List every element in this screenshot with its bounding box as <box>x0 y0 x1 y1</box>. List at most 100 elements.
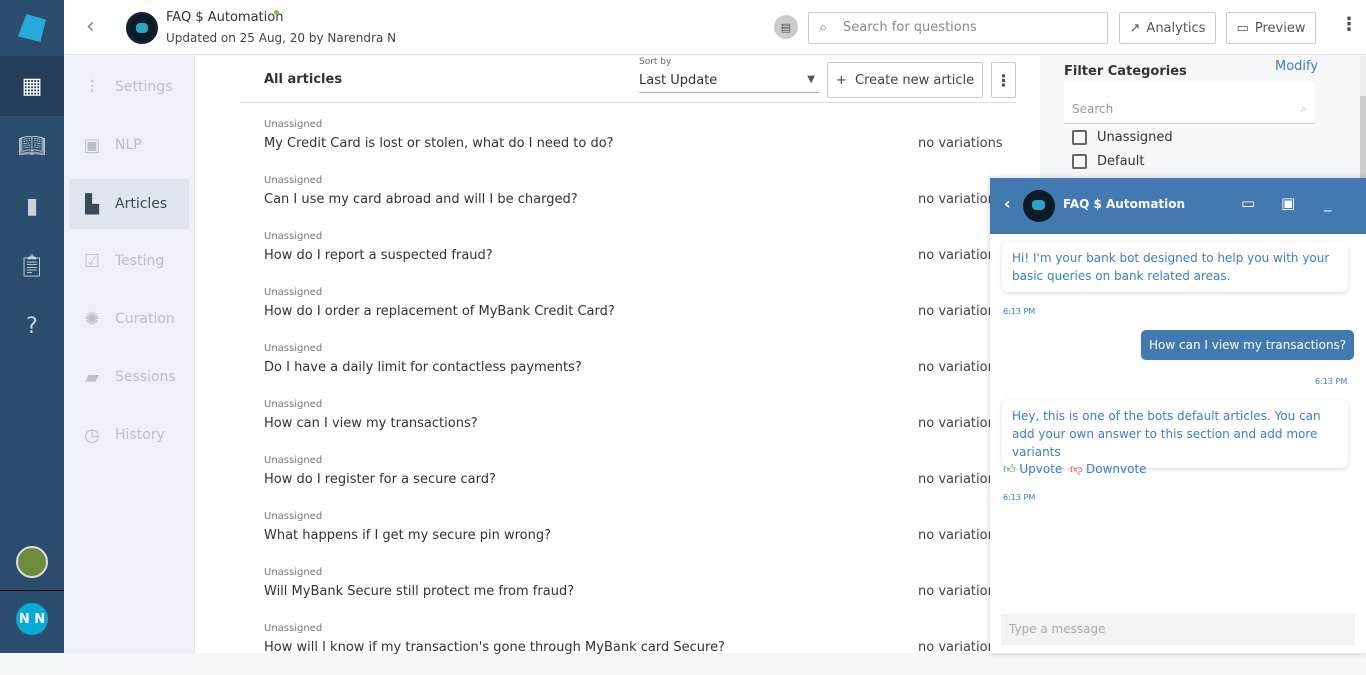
article-question[interactable]: Do I have a daily limit for contactless … <box>264 360 582 375</box>
nav-label: History <box>115 427 165 443</box>
checkbox[interactable] <box>1072 130 1087 145</box>
article-question[interactable]: Will MyBank Secure still protect me from… <box>264 584 574 599</box>
chat-title: FAQ $ Automation <box>1063 197 1186 211</box>
nav-history[interactable]: ◷ History <box>69 410 189 460</box>
nav-sessions[interactable]: ▰ Sessions <box>69 352 189 402</box>
article-row[interactable]: Unassigned What happens if I get my secur… <box>264 507 1014 563</box>
thumbs-up-icon: 👍︎ <box>1003 462 1016 476</box>
article-question[interactable]: How can I view my transactions? <box>264 416 478 431</box>
bot-title: FAQ $ Automation <box>166 10 284 25</box>
modify-link[interactable]: Modify <box>1275 59 1318 74</box>
upvote-button[interactable]: 👍︎ Upvote <box>1003 462 1062 477</box>
contact-icon[interactable]: ▣ <box>1281 194 1295 212</box>
caret-down-icon: ▼ <box>807 74 815 85</box>
nav-testing[interactable]: ☑ Testing <box>69 236 189 286</box>
article-question[interactable]: What happens if I get my secure pin wron… <box>264 528 551 543</box>
downvote-label: Downvote <box>1086 462 1147 476</box>
updated-info: Updated on 25 Aug, 20 by Narendra N <box>166 31 397 45</box>
search-icon: ⌕ <box>819 18 828 36</box>
more-options-button[interactable]: ⋮ <box>991 62 1016 98</box>
nav-label: Curation <box>115 311 175 327</box>
thumbs-down-icon: 👎︎ <box>1070 462 1083 476</box>
filter-title: Filter Categories <box>1064 64 1187 79</box>
nav-nlp[interactable]: ▣ NLP <box>69 120 189 170</box>
analytics-button[interactable]: ↗ Analytics <box>1119 12 1216 44</box>
checkbox[interactable] <box>1072 154 1087 169</box>
chat-icon: ▰ <box>85 366 99 388</box>
comment-icon: ▭ <box>1236 20 1249 36</box>
sort-value: Last Update <box>639 73 718 88</box>
bot-message: Hey, this is one of the bots default art… <box>1002 400 1348 468</box>
article-category: Unassigned <box>264 623 323 634</box>
chat-header: ‹ FAQ $ Automation ▭ ▣ _ <box>990 178 1366 234</box>
article-question[interactable]: How do I order a replacement of MyBank C… <box>264 304 615 319</box>
sliders-icon: ⫶ <box>89 76 95 98</box>
filter-option-default[interactable]: Default <box>1072 154 1145 169</box>
article-question[interactable]: Can I use my card abroad and will I be c… <box>264 192 578 207</box>
user-avatar[interactable]: N N <box>16 603 48 635</box>
article-row[interactable]: Unassigned How do I order a replacement o… <box>264 283 1014 339</box>
article-category: Unassigned <box>264 511 323 522</box>
timestamp: 6:13 PM <box>1315 377 1348 386</box>
article-category: Unassigned <box>264 231 323 242</box>
analytics-icon[interactable]: ▮ <box>0 176 64 236</box>
article-row[interactable]: Unassigned Can I use my card abroad and w… <box>264 171 1014 227</box>
nav-label: Articles <box>115 196 168 212</box>
article-row[interactable]: Unassigned Do I have a daily limit for co… <box>264 339 1014 395</box>
article-row[interactable]: Unassigned How can I view my transactions… <box>264 395 1014 451</box>
filter-search-input[interactable]: Search ⌕ <box>1064 82 1315 124</box>
clipboard-check-icon: ☑ <box>83 250 101 272</box>
article-category: Unassigned <box>264 455 323 466</box>
article-category: Unassigned <box>264 343 323 354</box>
document-icon: ▙ <box>85 193 99 215</box>
divider <box>240 102 1016 103</box>
online-status-dot <box>274 10 279 15</box>
option-label: Unassigned <box>1097 130 1173 145</box>
article-row[interactable]: Unassigned Will MyBank Secure still prote… <box>264 563 1014 619</box>
bot-avatar[interactable] <box>16 546 48 578</box>
create-article-button[interactable]: + Create new article <box>827 62 983 98</box>
sort-label: Sort by <box>639 57 672 67</box>
more-icon[interactable]: ⋮ <box>1340 14 1358 35</box>
minimize-icon[interactable]: _ <box>1324 194 1332 212</box>
folder-icon[interactable]: ▭ <box>1241 194 1255 212</box>
filter-option-unassigned[interactable]: Unassigned <box>1072 130 1173 145</box>
logo-icon <box>18 14 46 42</box>
clipboard-icon[interactable]: 📋︎ <box>0 236 64 296</box>
articles-panel: All articles Sort by Last Update ▼ + Crea… <box>195 56 1040 655</box>
nav-settings[interactable]: ⫶ Settings <box>69 62 189 112</box>
divider <box>0 590 64 591</box>
article-row[interactable]: Unassigned How do I register for a secure… <box>264 451 1014 507</box>
article-question[interactable]: How do I report a suspected fraud? <box>264 248 493 263</box>
dashboard-icon[interactable]: ▦ <box>0 56 64 116</box>
article-category: Unassigned <box>264 119 323 130</box>
channel-icon[interactable]: ▤ <box>774 15 798 39</box>
search-input[interactable]: ⌕ Search for questions <box>808 12 1108 44</box>
downvote-button[interactable]: 👎︎ Downvote <box>1070 462 1147 477</box>
back-icon[interactable]: ‹ <box>86 14 95 39</box>
chat-back-icon[interactable]: ‹ <box>1004 194 1011 213</box>
upvote-label: Upvote <box>1019 462 1063 476</box>
option-label: Default <box>1097 154 1145 169</box>
article-row[interactable]: Unassigned My Credit Card is lost or stol… <box>264 115 1014 171</box>
book-icon[interactable]: 📖︎ <box>0 116 64 176</box>
chip-icon: ▣ <box>83 134 101 156</box>
app-rail: ▦ 📖︎ ▮ 📋︎ ? N N <box>0 0 64 653</box>
help-icon[interactable]: ? <box>0 296 64 356</box>
nav-curation[interactable]: ✺ Curation <box>69 294 189 344</box>
article-question[interactable]: How do I register for a secure card? <box>264 472 496 487</box>
article-question[interactable]: My Credit Card is lost or stolen, what d… <box>264 136 614 151</box>
article-row[interactable]: Unassigned How will I know if my transact… <box>264 619 1014 675</box>
trend-icon: ↗ <box>1129 20 1141 36</box>
user-message: How can I view my transactions? <box>1141 330 1355 360</box>
message-input[interactable]: Type a message <box>1001 614 1355 645</box>
analytics-label: Analytics <box>1146 20 1206 36</box>
sort-select[interactable]: Last Update ▼ <box>639 70 819 93</box>
nav-articles[interactable]: ▙ Articles <box>69 179 189 229</box>
article-category: Unassigned <box>264 287 323 298</box>
preview-button[interactable]: ▭ Preview <box>1226 12 1316 44</box>
article-row[interactable]: Unassigned How do I report a suspected fr… <box>264 227 1014 283</box>
search-placeholder: Search for questions <box>843 20 977 35</box>
nav-label: Testing <box>115 253 165 269</box>
filter-search-placeholder: Search <box>1072 102 1114 116</box>
